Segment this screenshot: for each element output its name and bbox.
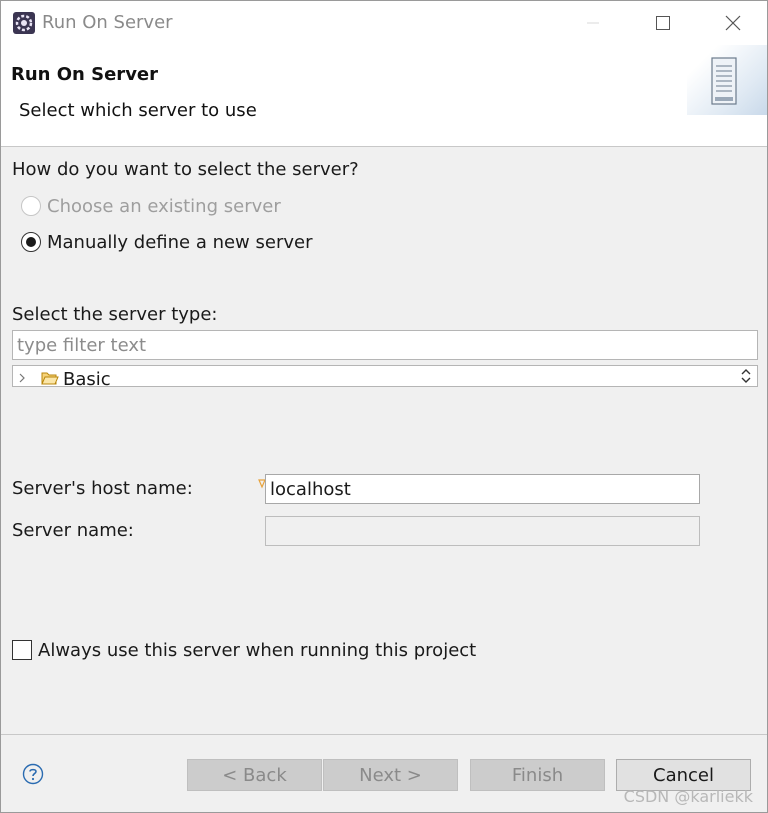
server-type-tree[interactable]: Basic: [12, 365, 758, 387]
maximize-button[interactable]: [631, 1, 695, 45]
window-title: Run On Server: [42, 12, 173, 33]
filter-input[interactable]: [12, 330, 758, 360]
radio-label: Manually define a new server: [47, 231, 313, 253]
radio-selected-dot: [26, 237, 36, 247]
eclipse-gear-icon: [12, 11, 36, 35]
server-icon: [711, 57, 737, 110]
back-button[interactable]: < Back: [187, 759, 322, 791]
watermark: CSDN @karliekk: [623, 787, 753, 806]
radio-button[interactable]: [21, 232, 41, 252]
always-use-checkbox-row[interactable]: Always use this server when running this…: [12, 638, 476, 662]
close-icon: [725, 15, 741, 31]
always-use-label: Always use this server when running this…: [38, 639, 477, 661]
radio-new-server[interactable]: Manually define a new server: [21, 230, 312, 254]
host-name-field[interactable]: [265, 474, 700, 504]
radio-button[interactable]: [21, 196, 41, 216]
finish-button[interactable]: Finish: [470, 759, 605, 791]
close-button[interactable]: [701, 1, 765, 45]
always-use-checkbox[interactable]: [12, 640, 32, 660]
wizard-header: Run On Server Select which server to use: [1, 45, 767, 147]
next-button[interactable]: Next >: [323, 759, 458, 791]
server-type-label: Select the server type:: [12, 304, 218, 325]
help-icon[interactable]: [22, 763, 44, 785]
radio-existing-server[interactable]: Choose an existing server: [21, 194, 281, 218]
page-subtitle: Select which server to use: [19, 100, 257, 121]
server-name-label: Server name:: [12, 520, 134, 541]
title-bar: Run On Server: [1, 1, 767, 45]
page-title: Run On Server: [11, 64, 159, 85]
run-on-server-dialog: Run On Server Run On Server Select which…: [0, 0, 768, 813]
maximize-icon: [656, 16, 670, 30]
host-name-label: Server's host name:: [12, 478, 193, 499]
folder-icon: [41, 369, 59, 387]
tree-item-basic[interactable]: Basic: [17, 367, 111, 387]
tree-item-label: Basic: [63, 368, 111, 387]
scroll-arrows-icon[interactable]: [739, 366, 755, 386]
minimize-button[interactable]: [561, 1, 625, 45]
radio-label: Choose an existing server: [47, 195, 281, 217]
chevron-right-icon[interactable]: [17, 372, 35, 387]
minimize-icon: [587, 22, 599, 24]
select-method-label: How do you want to select the server?: [12, 159, 359, 180]
server-name-field[interactable]: [265, 516, 700, 546]
footer-divider: [1, 734, 767, 735]
